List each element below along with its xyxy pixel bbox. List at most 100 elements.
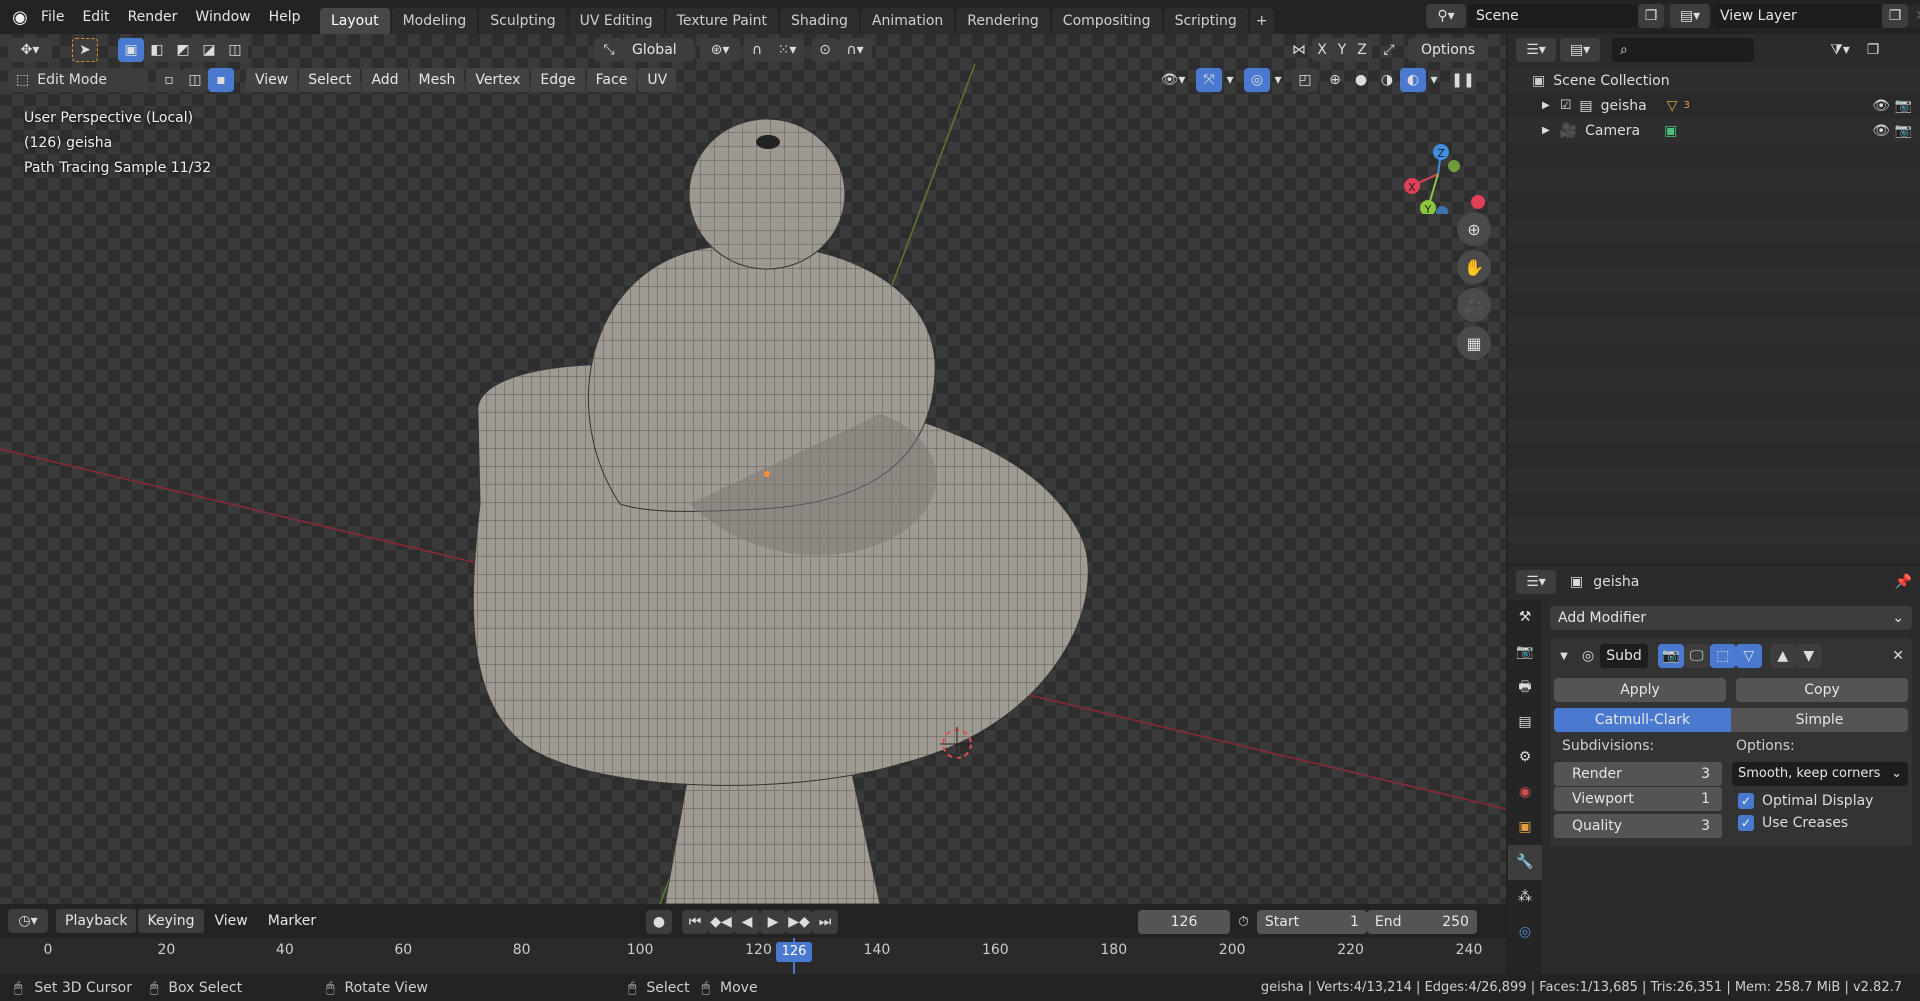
new-view-layer-icon[interactable]: ❐	[1882, 4, 1908, 28]
tab-animation[interactable]: Animation	[860, 8, 955, 34]
xray-icon[interactable]: ◰	[1292, 68, 1318, 92]
remove-modifier-icon[interactable]: ✕	[1892, 648, 1904, 664]
wireframe-shading-icon[interactable]: ⊕	[1322, 68, 1348, 92]
pivot-icon[interactable]: ⊛▾	[700, 38, 740, 62]
orientation-icon[interactable]: ⤡	[594, 38, 624, 62]
navigation-gizmo[interactable]: X Y Z	[1390, 114, 1500, 214]
properties-editor-type-icon[interactable]: ☰▾	[1516, 570, 1556, 594]
pause-render-icon[interactable]: ❚❚	[1450, 68, 1476, 92]
delete-view-layer-icon[interactable]: ✕	[1908, 4, 1920, 28]
3d-viewport[interactable]: ✥▾ ➤ ▣ ◧ ◩ ◪ ◫ ⤡ Global ⊛▾ ∩ ⁙▾ ⊙ ∩▾ ⋈ X…	[0, 34, 1506, 904]
timeline-editor-type-icon[interactable]: ◷▾	[8, 909, 48, 933]
mirror-y-toggle[interactable]: Y	[1332, 38, 1352, 62]
menu-add[interactable]: Add	[362, 68, 408, 92]
menu-keying[interactable]: Keying	[138, 909, 204, 933]
pin-icon[interactable]: 📌	[1895, 574, 1912, 590]
auto-merge-icon[interactable]: ⤢	[1376, 38, 1402, 62]
playhead-frame-label[interactable]: 126	[776, 942, 813, 962]
falloff-icon[interactable]: ∩▾	[838, 38, 872, 62]
simple-button[interactable]: Simple	[1731, 708, 1908, 732]
overlay-dropdown-icon[interactable]: ▾	[1270, 68, 1286, 92]
menu-marker[interactable]: Marker	[259, 909, 325, 933]
tweak-tool-icon[interactable]: ➤	[72, 38, 98, 62]
view-layer-tab-icon[interactable]: ▤	[1508, 705, 1542, 740]
new-collection-icon[interactable]: ❐	[1860, 38, 1886, 62]
menu-timeline-view[interactable]: View	[206, 909, 257, 933]
menu-select[interactable]: Select	[299, 68, 361, 92]
select-mode-extend-icon[interactable]: ◧	[144, 38, 170, 62]
tab-layout[interactable]: Layout	[320, 8, 390, 34]
camera-data-icon[interactable]: ▣	[1664, 123, 1677, 139]
expand-arrow-icon[interactable]: ▶	[1542, 125, 1550, 136]
show-in-render-icon[interactable]: 📷	[1657, 644, 1684, 668]
jump-end-icon[interactable]: ⏭	[812, 910, 838, 934]
use-creases-checkbox[interactable]: ✓ Use Creases	[1732, 812, 1908, 834]
tab-modeling[interactable]: Modeling	[391, 8, 478, 34]
mirror-z-toggle[interactable]: Z	[1352, 38, 1372, 62]
solid-shading-icon[interactable]: ●	[1348, 68, 1374, 92]
record-icon[interactable]: ●	[646, 910, 672, 934]
overlay-toggle-icon[interactable]: ◎	[1244, 68, 1270, 92]
eye-icon[interactable]: 👁	[1872, 123, 1890, 139]
menu-playback[interactable]: Playback	[56, 909, 137, 933]
visibility-icon[interactable]: 👁▾	[1156, 68, 1190, 92]
jump-start-icon[interactable]: ⏮	[682, 910, 708, 934]
mesh-data-icon[interactable]: ▽	[1667, 98, 1678, 114]
checkbox-icon[interactable]: ☑	[1560, 98, 1572, 113]
vertex-select-icon[interactable]: ▫	[156, 68, 182, 92]
render-camera-icon[interactable]: 📷	[1895, 123, 1912, 139]
menu-face[interactable]: Face	[586, 68, 637, 92]
tab-uv-editing[interactable]: UV Editing	[568, 8, 664, 34]
mirror-x-toggle[interactable]: X	[1312, 38, 1332, 62]
current-frame-field[interactable]: 126	[1138, 910, 1230, 934]
render-camera-icon[interactable]: 📷	[1895, 98, 1912, 114]
uv-smooth-dropdown[interactable]: Smooth, keep corners ⌄	[1732, 762, 1908, 786]
zoom-icon[interactable]: ⊕	[1457, 212, 1491, 246]
scene-field[interactable]: Scene	[1468, 4, 1638, 28]
end-frame-field[interactable]: End 250	[1366, 910, 1477, 934]
display-mode-icon[interactable]: ▤▾	[1560, 38, 1600, 62]
menu-vertex[interactable]: Vertex	[466, 68, 530, 92]
copy-button[interactable]: Copy	[1736, 678, 1908, 702]
eye-icon[interactable]: 👁	[1872, 98, 1890, 114]
move-down-icon[interactable]: ▼	[1795, 644, 1822, 668]
material-shading-icon[interactable]: ◑	[1374, 68, 1400, 92]
mode-dropdown[interactable]: ⬚ Edit Mode	[8, 68, 148, 92]
show-in-viewport-icon[interactable]: 🖵	[1683, 644, 1710, 668]
menu-file[interactable]: File	[32, 0, 73, 34]
render-levels-field[interactable]: Render 3	[1554, 762, 1722, 786]
menu-window[interactable]: Window	[186, 0, 259, 34]
play-reverse-icon[interactable]: ◀	[734, 910, 760, 934]
snap-target-icon[interactable]: ⁙▾	[770, 38, 804, 62]
view-layer-field[interactable]: View Layer	[1712, 4, 1882, 28]
tab-sculpting[interactable]: Sculpting	[479, 8, 567, 34]
scene-tab-icon[interactable]: ⚙	[1508, 740, 1542, 775]
physics-tab-icon[interactable]: ◎	[1508, 915, 1542, 950]
tab-compositing[interactable]: Compositing	[1051, 8, 1162, 34]
tool-tab-icon[interactable]: ⚒	[1508, 600, 1542, 635]
select-mode-intersect-icon[interactable]: ◫	[222, 38, 248, 62]
move-up-icon[interactable]: ▲	[1769, 644, 1796, 668]
select-mode-new-icon[interactable]: ▣	[118, 38, 144, 62]
object-tab-icon[interactable]: ▣	[1508, 810, 1542, 845]
tab-scripting[interactable]: Scripting	[1163, 8, 1248, 34]
prev-keyframe-icon[interactable]: ◆◀	[708, 910, 734, 934]
orientation-dropdown[interactable]: Global	[624, 38, 694, 62]
scene-selector-icon[interactable]: ⚲▾	[1426, 4, 1466, 28]
options-dropdown[interactable]: Options	[1408, 38, 1488, 62]
outliner-item-camera[interactable]: ▶ 🎥 Camera ▣ 👁 📷	[1508, 118, 1920, 143]
view-layer-selector-icon[interactable]: ▤▾	[1670, 4, 1710, 28]
filter-icon[interactable]: ⧩▾	[1820, 38, 1860, 62]
outliner-search-input[interactable]: ⌕	[1612, 38, 1754, 62]
modifier-tab-icon[interactable]: 🔧	[1508, 845, 1542, 880]
menu-view[interactable]: View	[246, 68, 298, 92]
editor-type-icon[interactable]: ✥▾	[8, 38, 52, 62]
viewport-scene[interactable]	[0, 34, 1506, 904]
menu-render[interactable]: Render	[119, 0, 187, 34]
gizmo-toggle-icon[interactable]: ⤧	[1196, 68, 1222, 92]
add-workspace-button[interactable]: +	[1249, 8, 1274, 34]
shading-dropdown-icon[interactable]: ▾	[1426, 68, 1442, 92]
mirror-icon[interactable]: ⋈	[1286, 38, 1312, 62]
menu-help[interactable]: Help	[260, 0, 310, 34]
ortho-toggle-icon[interactable]: ▦	[1457, 326, 1491, 360]
